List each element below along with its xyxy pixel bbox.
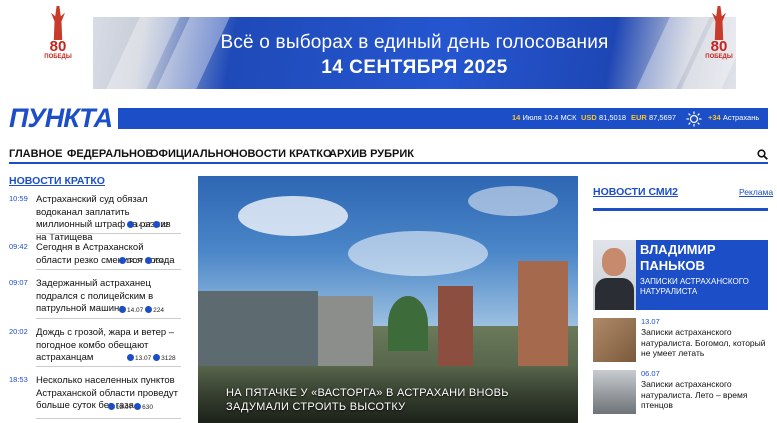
list-item[interactable]: 09:07 Задержанный астраханец подрался с … (9, 278, 181, 319)
news-meta: 14.07 22 (127, 221, 168, 229)
badge-number: 80 (710, 38, 728, 55)
clock-icon (119, 257, 126, 264)
news-date: 06.07 (641, 369, 660, 378)
victory-80-badge-left: 80 ПОБЕДЫ (38, 6, 78, 66)
clock-icon (119, 306, 126, 313)
news-views: 630 (142, 404, 153, 411)
nav-item-federal[interactable]: ФЕДЕРАЛЬНОЕ (67, 148, 153, 160)
news-meta: 14.07 224 (119, 306, 164, 314)
news-time: 20:02 (9, 327, 28, 336)
ads-link[interactable]: Реклама (739, 187, 773, 197)
banner-line2: 14 СЕНТЯБРЯ 2025 (321, 57, 508, 78)
sun-icon (686, 111, 702, 127)
date-time: 14 Июля 10:4 МСК (512, 113, 577, 122)
monument-icon (51, 6, 65, 40)
search-icon[interactable] (757, 149, 768, 160)
news-time: 18:53 (9, 375, 28, 384)
date-rest: Июля 10:4 МСК (522, 113, 577, 122)
eye-icon (134, 403, 142, 410)
news-meta: 13.07 3128 (127, 354, 176, 362)
list-item[interactable]: 09:42 Сегодня в Астраханской области рез… (9, 242, 181, 270)
usd-label: USD (581, 113, 597, 122)
eur-rate: EUR 87,5697 (631, 113, 676, 122)
news-time: 10:59 (9, 194, 28, 203)
news-views: 3128 (161, 355, 176, 362)
news-time: 09:07 (9, 278, 28, 287)
banner-line1: Всё о выборах в единый день голосования (220, 32, 609, 53)
divider (36, 418, 181, 419)
monument-icon (712, 6, 726, 40)
news-views: 224 (153, 307, 164, 314)
news-date: 13.07 (116, 404, 133, 411)
eur-value: 87,5697 (648, 113, 677, 122)
eye-icon (145, 257, 153, 264)
divider (36, 318, 181, 319)
city: Астрахань (722, 113, 760, 122)
news-meta: 13.07 630 (108, 403, 153, 411)
badge-number: 80 (49, 38, 67, 55)
hero-caption[interactable]: НА ПЯТАЧКЕ У «ВАСТОРГА» В АСТРАХАНИ ВНОВ… (226, 386, 546, 414)
news-headline[interactable]: Записки астраханского натуралиста. Богом… (641, 327, 769, 359)
hero-article[interactable]: НА ПЯТАЧКЕ У «ВАСТОРГА» В АСТРАХАНИ ВНОВ… (198, 176, 578, 423)
news-views: 734 (153, 258, 164, 265)
news-date: 14.07 (127, 307, 144, 314)
weather: +34 Астрахань (708, 113, 759, 122)
list-item[interactable]: 18:53 Несколько населенных пунктов Астра… (9, 375, 181, 419)
eye-icon (153, 221, 161, 228)
news-headline[interactable]: Астраханский суд обязал водоканал заплат… (36, 194, 181, 244)
news-meta: 14.07 734 (119, 257, 164, 265)
clock-icon (108, 403, 115, 410)
election-banner[interactable]: Всё о выборах в единый день голосования … (93, 17, 736, 89)
news-date: 14.07 (135, 222, 152, 229)
author-card[interactable]: ВЛАДИМИР ПАНЬКОВ ЗАПИСКИ АСТРАХАНСКОГО Н… (593, 240, 768, 310)
badge-subtitle: ПОБЕДЫ (705, 54, 733, 60)
list-item[interactable]: 06.07 Записки астраханского натуралиста.… (593, 369, 769, 414)
main-nav: ГЛАВНОЕ ФЕДЕРАЛЬНОЕ ОФИЦИАЛЬНО НОВОСТИ К… (9, 148, 768, 164)
smi-title[interactable]: НОВОСТИ СМИ2 (593, 186, 678, 198)
news-date: 13.07 (641, 317, 660, 326)
usd-value: 81,5018 (598, 113, 627, 122)
author-name: ВЛАДИМИР ПАНЬКОВ (640, 242, 716, 273)
news-brief-title[interactable]: НОВОСТИ КРАТКО (9, 175, 105, 187)
date-day: 14 (512, 113, 521, 122)
eye-icon (145, 306, 153, 313)
list-item[interactable]: 13.07 Записки астраханского натуралиста.… (593, 317, 769, 362)
usd-rate: USD 81,5018 (581, 113, 626, 122)
divider (36, 366, 181, 367)
eye-icon (153, 354, 161, 361)
badge-subtitle: ПОБЕДЫ (44, 54, 72, 60)
eur-label: EUR (631, 113, 647, 122)
news-date: 13.07 (135, 355, 152, 362)
avatar (593, 240, 636, 310)
news-time: 09:42 (9, 242, 28, 251)
divider (36, 269, 181, 270)
list-item[interactable]: 20:02 Дождь с грозой, жара и ветер – пог… (9, 327, 181, 367)
nav-item-main[interactable]: ГЛАВНОЕ (9, 148, 62, 160)
author-column: ЗАПИСКИ АСТРАХАНСКОГО НАТУРАЛИСТА (640, 277, 749, 296)
nav-item-news-brief[interactable]: НОВОСТИ КРАТКО (231, 148, 332, 160)
victory-80-badge-right: 80 ПОБЕДЫ (699, 6, 739, 66)
news-date: 14.07 (127, 258, 144, 265)
nav-item-archive[interactable]: АРХИВ РУБРИК (329, 148, 414, 160)
nav-item-official[interactable]: ОФИЦИАЛЬНО (150, 148, 232, 160)
clock-icon (127, 354, 134, 361)
news-views: 22 (161, 222, 169, 229)
divider (593, 208, 768, 211)
thumbnail (593, 318, 636, 362)
clock-icon (127, 221, 134, 228)
thumbnail (593, 370, 636, 414)
divider (36, 233, 181, 234)
list-item[interactable]: 10:59 Астраханский суд обязал водоканал … (9, 194, 181, 243)
site-logo[interactable]: ПУНКТА (9, 104, 119, 132)
news-headline[interactable]: Записки астраханского натуралиста. Лето … (641, 379, 769, 411)
temperature: +34 (708, 113, 721, 122)
